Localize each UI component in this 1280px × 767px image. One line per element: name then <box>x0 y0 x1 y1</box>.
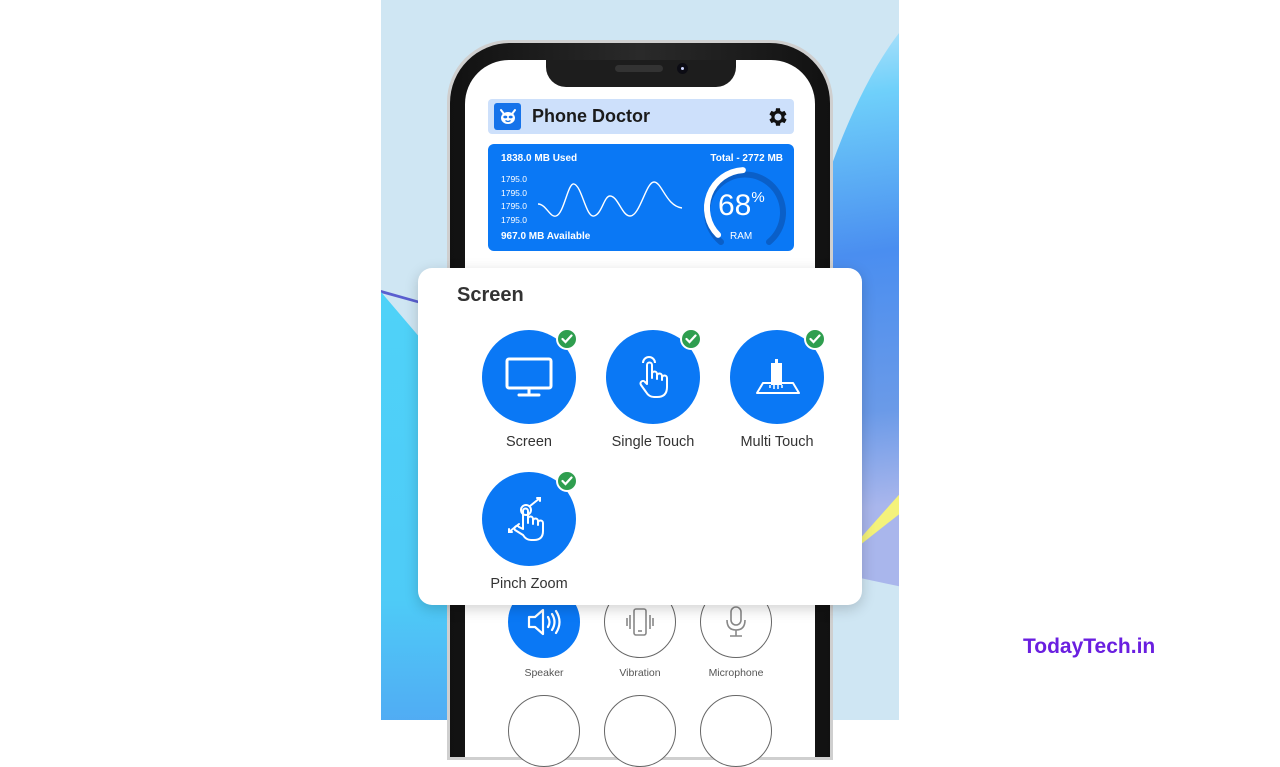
vibration-label: Vibration <box>619 667 661 679</box>
app-title: Phone Doctor <box>532 106 651 126</box>
test-button-row3-1[interactable] <box>508 695 580 767</box>
front-camera <box>677 63 688 74</box>
multi-touch-icon <box>756 359 800 394</box>
pinch-zoom-icon <box>508 497 544 541</box>
microphone-icon <box>726 606 746 637</box>
earpiece <box>615 65 663 72</box>
ram-used-text: 1838.0 MB Used <box>501 153 578 164</box>
ram-gauge-label: RAM <box>730 231 753 242</box>
ram-wave-chart <box>537 181 683 217</box>
test-button-row3-2[interactable] <box>604 695 676 767</box>
test-label: Screen <box>506 434 552 450</box>
monitor-icon <box>505 357 553 397</box>
test-single-touch[interactable]: Single Touch <box>588 328 718 450</box>
check-icon <box>556 470 578 492</box>
popup-title: Screen <box>457 284 524 306</box>
ram-tick: 1795.0 <box>501 187 527 198</box>
ram-tick: 1795.0 <box>501 174 527 184</box>
robot-face-icon <box>494 103 521 130</box>
single-touch-test-button[interactable] <box>606 328 702 424</box>
check-icon <box>804 328 826 350</box>
test-label: Pinch Zoom <box>490 576 568 592</box>
multi-touch-test-button[interactable] <box>730 328 826 424</box>
check-icon <box>556 328 578 350</box>
watermark-brand: TodayTech.in <box>1023 635 1156 658</box>
speaker-icon <box>527 608 561 636</box>
test-label: Multi Touch <box>740 434 814 450</box>
test-pinch-zoom[interactable]: Pinch Zoom <box>464 470 594 592</box>
tap-finger-icon <box>639 356 668 398</box>
test-multi-touch[interactable]: Multi Touch <box>712 328 842 450</box>
ram-available-text: 967.0 MB Available <box>501 231 591 242</box>
ram-percent-value: 68 <box>718 189 752 222</box>
ram-wave-line <box>537 181 683 217</box>
speaker-label: Speaker <box>524 667 564 679</box>
ram-total-text: Total - 2772 MB <box>710 153 783 164</box>
gear-icon[interactable] <box>765 105 789 129</box>
test-screen[interactable]: Screen <box>464 328 594 450</box>
ram-tick: 1795.0 <box>501 214 527 225</box>
ram-tick: 1795.0 <box>501 201 527 211</box>
microphone-label: Microphone <box>708 667 764 679</box>
screen-test-button[interactable] <box>482 328 578 424</box>
check-icon <box>680 328 702 350</box>
ram-chart-ticks: 1795.0 1795.0 1795.0 1795.0 <box>501 173 527 227</box>
test-label: Single Touch <box>611 434 695 450</box>
ram-percent-sign: % <box>751 189 765 206</box>
ram-percent: 68% <box>718 189 765 223</box>
test-button-row3-3[interactable] <box>700 695 772 767</box>
pinch-zoom-test-button[interactable] <box>482 470 578 566</box>
vibration-icon <box>626 608 654 636</box>
